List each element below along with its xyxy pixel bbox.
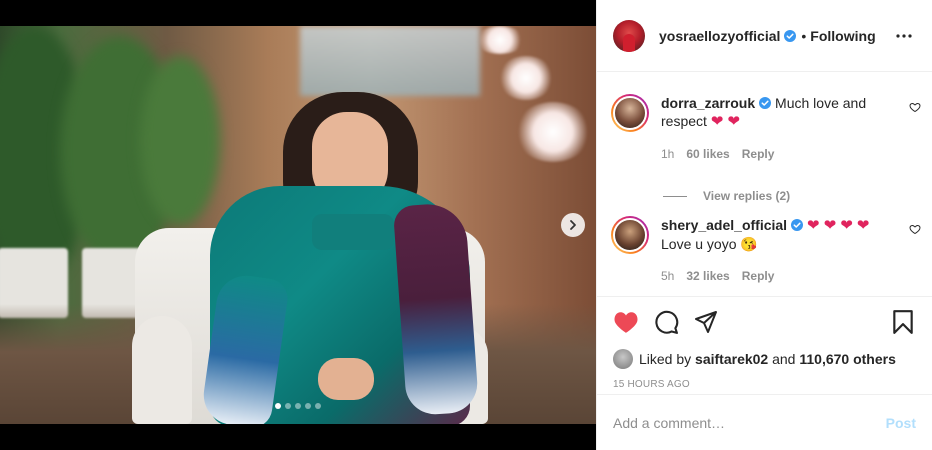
bg-lamp bbox=[515, 102, 591, 162]
heart-icon bbox=[909, 102, 921, 113]
comment-likes[interactable]: 32 likes bbox=[686, 267, 729, 285]
share-button[interactable] bbox=[693, 309, 719, 335]
bookmark-icon bbox=[893, 310, 913, 334]
comment-composer: Post bbox=[597, 394, 932, 450]
post-header: yosraellozyofficial • Following bbox=[597, 0, 932, 72]
verified-icon bbox=[791, 219, 804, 231]
save-button[interactable] bbox=[890, 309, 916, 335]
bg-plant bbox=[140, 56, 220, 226]
liker-avatar[interactable] bbox=[613, 349, 633, 369]
like-comment-button[interactable] bbox=[909, 222, 921, 235]
post-media[interactable] bbox=[0, 26, 596, 424]
heart-icon bbox=[909, 224, 921, 235]
person-sleeve bbox=[392, 201, 480, 417]
carousel-dot bbox=[315, 403, 321, 409]
reply-button[interactable]: Reply bbox=[742, 145, 775, 163]
liked-by-and: and bbox=[772, 351, 796, 367]
action-icons bbox=[613, 307, 916, 337]
like-comment-button[interactable] bbox=[909, 100, 921, 113]
post-timestamp[interactable]: 15 HOURS AGO bbox=[613, 379, 916, 390]
person-hands bbox=[318, 358, 374, 400]
carousel-dot bbox=[275, 403, 281, 409]
commenter-avatar[interactable] bbox=[611, 216, 649, 254]
heart-icon bbox=[614, 312, 638, 333]
author-username[interactable]: yosraellozyofficial bbox=[659, 28, 780, 44]
commenter-username[interactable]: shery_adel_official bbox=[661, 217, 787, 233]
bg-lamp bbox=[475, 26, 525, 54]
more-options-button[interactable] bbox=[892, 24, 916, 48]
carousel-next-button[interactable] bbox=[561, 213, 585, 237]
heart-emoji: ❤ ❤ bbox=[710, 113, 741, 130]
author-avatar[interactable] bbox=[613, 19, 645, 52]
replies-divider-line bbox=[663, 195, 687, 197]
verified-icon bbox=[759, 97, 772, 109]
post-side-panel: yosraellozyofficial • Following dorra_za… bbox=[596, 0, 932, 450]
liked-by-prefix: Liked by bbox=[639, 351, 692, 367]
comment-text: Love u yoyo bbox=[661, 236, 737, 252]
post-actions: Liked by saiftarek02 and 110,670 others … bbox=[597, 296, 932, 390]
commenter-username[interactable]: dorra_zarrouk bbox=[661, 95, 755, 111]
verified-icon bbox=[784, 29, 797, 42]
heart-emoji: ❤ ❤ ❤ bbox=[806, 217, 853, 234]
comment-time[interactable]: 5h bbox=[661, 267, 674, 285]
comment-likes[interactable]: 60 likes bbox=[686, 145, 729, 163]
comments-list[interactable]: dorra_zarrouk Much love and respect ❤ ❤ … bbox=[597, 72, 932, 294]
comment-meta: 1h 60 likes Reply bbox=[661, 145, 877, 163]
kiss-emoji: 😘 bbox=[740, 236, 758, 252]
liked-by-line[interactable]: Liked by saiftarek02 and 110,670 others bbox=[613, 349, 916, 369]
share-icon bbox=[695, 311, 717, 333]
like-button[interactable] bbox=[613, 309, 639, 335]
carousel-indicator bbox=[0, 403, 596, 409]
comment-item: dorra_zarrouk Much love and respect ❤ ❤ … bbox=[611, 94, 921, 163]
carousel-dot bbox=[295, 403, 301, 409]
commenter-avatar[interactable] bbox=[611, 94, 649, 132]
liker-username[interactable]: saiftarek02 bbox=[695, 351, 768, 367]
comment-body: dorra_zarrouk Much love and respect ❤ ❤ … bbox=[661, 94, 877, 163]
carousel-dot bbox=[285, 403, 291, 409]
bg-lamp bbox=[498, 56, 554, 100]
comment-body: shery_adel_official ❤ ❤ ❤ ❤ Love u yoyo … bbox=[661, 216, 877, 285]
view-replies-label: View replies (2) bbox=[703, 189, 791, 203]
heart-emoji: ❤ bbox=[856, 217, 870, 234]
separator-bullet: • bbox=[801, 27, 807, 44]
person-collar bbox=[312, 214, 394, 250]
following-button[interactable]: Following bbox=[810, 28, 875, 44]
bg-window bbox=[300, 26, 480, 96]
chevron-right-icon bbox=[570, 220, 576, 230]
post-comment-button[interactable]: Post bbox=[886, 415, 916, 431]
likes-count[interactable]: 110,670 others bbox=[799, 351, 896, 367]
comment-button[interactable] bbox=[653, 309, 679, 335]
comment-meta: 5h 32 likes Reply bbox=[661, 267, 877, 285]
comment-icon bbox=[654, 310, 678, 334]
comment-time[interactable]: 1h bbox=[661, 145, 674, 163]
view-replies-button[interactable]: View replies (2) bbox=[663, 189, 790, 203]
more-icon bbox=[896, 33, 912, 38]
comment-input[interactable] bbox=[613, 414, 886, 431]
comment-item: shery_adel_official ❤ ❤ ❤ ❤ Love u yoyo … bbox=[611, 216, 921, 285]
reply-button[interactable]: Reply bbox=[742, 267, 775, 285]
carousel-dot bbox=[305, 403, 311, 409]
